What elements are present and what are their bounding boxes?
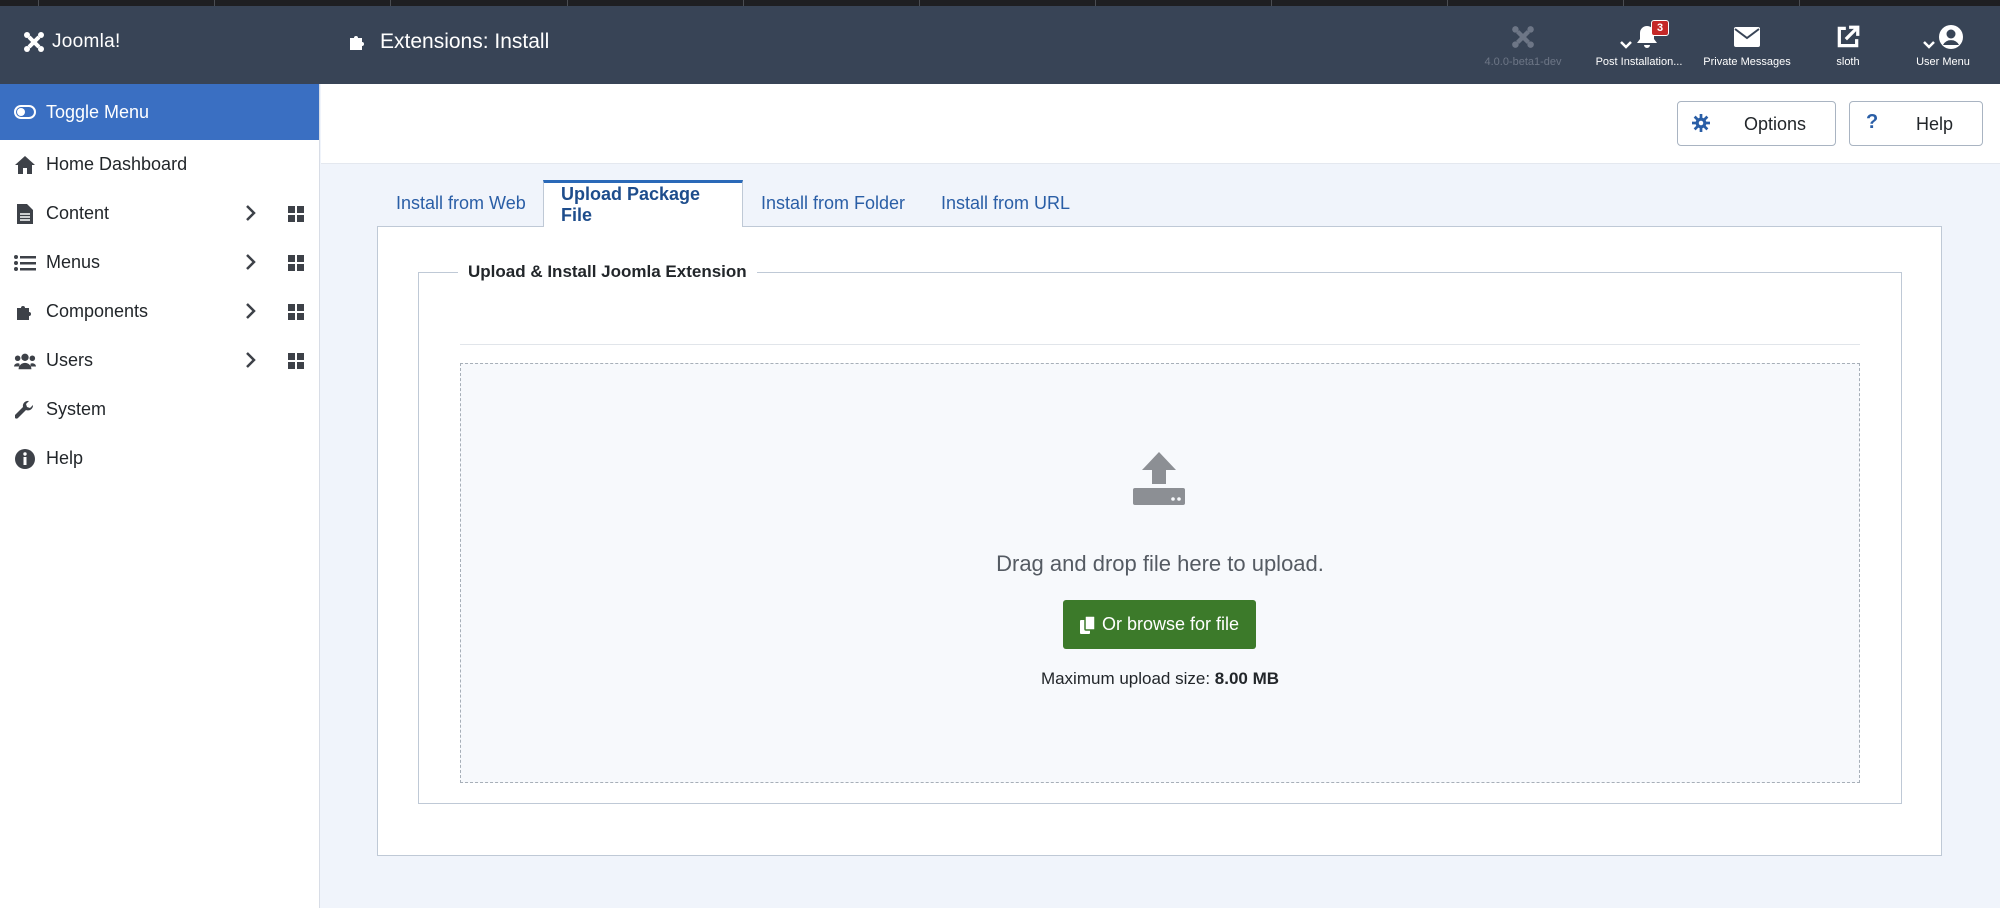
sidebar-item-label: Home Dashboard [46, 154, 188, 174]
browse-file-button[interactable]: Or browse for file [1063, 600, 1256, 649]
post-installation-label: Post Installation... [1595, 56, 1683, 68]
sidebar-item-label: Users [46, 350, 94, 370]
site-link-item[interactable]: sloth [1793, 24, 1903, 68]
help-label: Help [1916, 114, 1954, 134]
joomla-version-icon [1512, 26, 1534, 48]
max-upload-value: 8.00 MB [1214, 669, 1280, 688]
chevron-right-icon[interactable] [244, 351, 256, 369]
tab-install-from-url[interactable]: Install from URL [941, 180, 1070, 227]
chevron-right-icon[interactable] [244, 302, 256, 320]
tab-upload-package-file[interactable]: Upload Package File [543, 180, 743, 227]
version-item[interactable]: 4.0.0-beta1-dev [1468, 24, 1578, 68]
sidebar: Toggle Menu Home Dashboard Content Menus… [0, 84, 320, 908]
sidebar-item-home-dashboard[interactable]: Home Dashboard [0, 140, 319, 189]
dashboard-grid-icon[interactable] [288, 304, 304, 320]
tab-install-from-folder[interactable]: Install from Folder [761, 180, 905, 227]
toggle-menu-button[interactable]: Toggle Menu [0, 84, 319, 140]
home-icon [15, 155, 35, 174]
tab-label: Upload Package File [561, 184, 701, 225]
post-installation-item[interactable]: 3 Post Installation... [1584, 20, 1694, 68]
wrench-icon [15, 400, 34, 419]
drag-drop-text: Drag and drop file here to upload. [996, 551, 1324, 576]
puzzle-icon [350, 36, 364, 50]
sidebar-item-menus[interactable]: Menus [0, 238, 319, 287]
sidebar-item-label: Components [46, 301, 149, 321]
user-menu-item[interactable]: User Menu [1888, 24, 1998, 68]
toolbar: Options ? Help [321, 84, 2000, 164]
options-button[interactable]: Options [1677, 101, 1836, 146]
sidebar-item-users[interactable]: Users [0, 336, 319, 385]
sidebar-item-label: Menus [46, 252, 101, 272]
page-heading: Extensions: Install [348, 30, 549, 54]
copy-icon [1079, 615, 1096, 634]
sidebar-item-label: Help [46, 448, 84, 468]
gear-icon [1692, 114, 1710, 132]
sidebar-item-content[interactable]: Content [0, 189, 319, 238]
sidebar-item-system[interactable]: System [0, 385, 319, 434]
tab-install-from-web[interactable]: Install from Web [396, 180, 526, 227]
top-header: Joomla! Extensions: Install 4.0.0-beta1-… [0, 6, 2000, 84]
toggle-menu-label: Toggle Menu [46, 101, 150, 122]
options-label: Options [1744, 114, 1807, 134]
users-icon [14, 353, 36, 369]
sidebar-item-label: System [46, 399, 107, 419]
notification-badge: 3 [1651, 20, 1670, 36]
site-name-label: sloth [1836, 56, 1860, 68]
tab-label: Install from URL [941, 193, 1071, 213]
sidebar-item-help[interactable]: Help [0, 434, 319, 483]
fieldset-legend: Upload & Install Joomla Extension [458, 262, 757, 282]
brand-name: Joomla! [52, 31, 121, 52]
toggle-icon [14, 105, 36, 119]
file-icon [17, 203, 33, 224]
dashboard-grid-icon[interactable] [288, 206, 304, 222]
dashboard-grid-icon[interactable] [288, 353, 304, 369]
version-label: 4.0.0-beta1-dev [1484, 56, 1562, 68]
private-messages-label: Private Messages [1703, 56, 1791, 68]
external-link-icon [1837, 25, 1860, 48]
joomla-logo-icon [24, 32, 44, 52]
question-icon: ? [1866, 111, 1879, 133]
user-menu-label: User Menu [1916, 56, 1970, 68]
tab-label: Install from Web [396, 193, 526, 213]
divider [460, 344, 1860, 345]
max-upload-size: Maximum upload size: 8.00 MB [860, 669, 1460, 689]
private-messages-item[interactable]: Private Messages [1692, 24, 1802, 68]
list-icon [14, 254, 36, 271]
tab-label: Install from Folder [761, 193, 906, 213]
browse-file-label: Or browse for file [1101, 614, 1240, 634]
sidebar-item-components[interactable]: Components [0, 287, 319, 336]
help-button[interactable]: ? Help [1849, 101, 1983, 146]
puzzle-icon [17, 305, 31, 320]
joomla-logo[interactable]: Joomla! [22, 30, 121, 54]
max-upload-label: Maximum upload size: [1040, 669, 1211, 688]
chevron-down-icon [1923, 41, 1935, 49]
envelope-icon [1734, 27, 1760, 47]
upload-icon [1133, 452, 1185, 505]
chevron-down-icon [1620, 41, 1632, 49]
chevron-right-icon[interactable] [244, 253, 256, 271]
dashboard-grid-icon[interactable] [288, 255, 304, 271]
chevron-right-icon[interactable] [244, 204, 256, 222]
page-title: Extensions: Install [380, 30, 550, 53]
sidebar-item-label: Content [46, 203, 110, 223]
user-circle-icon [1939, 25, 1963, 49]
info-icon [15, 448, 35, 469]
